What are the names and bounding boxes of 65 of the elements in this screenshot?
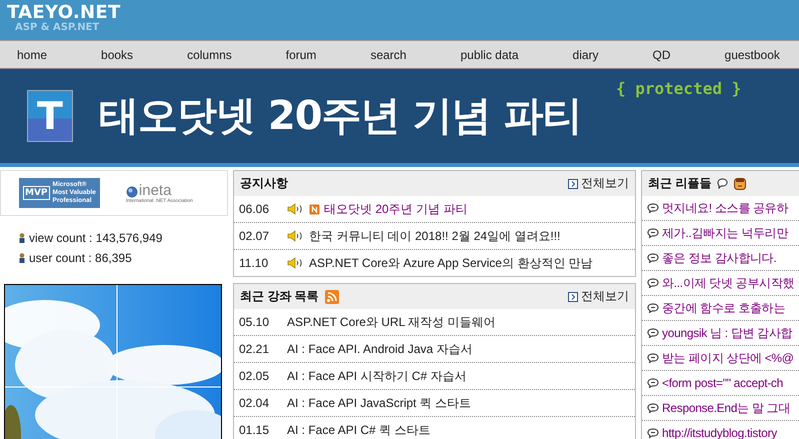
speech-bubble-icon bbox=[647, 203, 659, 213]
banner-headline: 태오닷넷 20주년 기념 파티 bbox=[99, 92, 582, 140]
speech-bubble-icon bbox=[647, 278, 659, 288]
ineta-logo-text: ineta bbox=[138, 182, 172, 198]
mvp-mark: MVP bbox=[23, 186, 50, 200]
counter-text: view count : 143,576,949 bbox=[29, 230, 162, 246]
speech-bubble-icon bbox=[647, 403, 659, 413]
nav-link[interactable]: books bbox=[101, 48, 134, 62]
reply-link[interactable]: 멋지네요! 소스를 공유하 bbox=[662, 200, 788, 216]
reply-link[interactable]: youngsik 님 : 답변 감사합 bbox=[662, 324, 792, 342]
panel-title: 공지사항 bbox=[240, 175, 288, 192]
chevron-box-icon bbox=[568, 292, 578, 302]
speech-bubble-icon bbox=[647, 428, 659, 438]
date-text: 02.05 bbox=[239, 369, 270, 383]
date-text: 02.07 bbox=[239, 229, 270, 243]
nav-link[interactable]: search bbox=[370, 48, 406, 62]
article-link[interactable]: 한국 커뮤니티 데이 2018!! 2월 24일에 열려요!!! bbox=[309, 228, 560, 244]
site-subtitle: ASP & ASP.NET bbox=[14, 22, 100, 34]
reply-link[interactable]: 좋은 정보 감사합니다. bbox=[662, 250, 776, 266]
reply-link[interactable]: 제가..김빠지는 넉두리만 bbox=[662, 224, 788, 242]
speech-bubble-icon bbox=[647, 303, 659, 313]
date-text: 02.21 bbox=[239, 342, 270, 356]
person-icon bbox=[19, 253, 25, 263]
article-link[interactable]: 태오닷넷 20주년 기념 파티 bbox=[324, 200, 468, 218]
date-text: 06.06 bbox=[239, 202, 270, 216]
speech-bubble-icon bbox=[647, 353, 659, 363]
nav-link[interactable]: columns bbox=[187, 48, 232, 62]
article-link[interactable]: AI : Face API 시작하기 C# 자습서 bbox=[287, 368, 466, 384]
article-link[interactable]: AI : Face API C# 퀵 스타트 bbox=[287, 422, 430, 438]
date-text: 11.10 bbox=[239, 256, 270, 270]
reply-link[interactable]: Response.End는 말 그대 bbox=[662, 400, 790, 416]
speech-bubble-icon bbox=[647, 253, 659, 263]
reply-link[interactable]: 와...이제 닷넷 공부시작했 bbox=[662, 274, 794, 292]
reply-link[interactable]: 받는 페이지 상단에 <%@ bbox=[662, 350, 794, 366]
speech-bubble-icon bbox=[647, 328, 659, 338]
article-link[interactable]: ASP.NET Core와 Azure App Service의 환상적인 만남 bbox=[309, 254, 593, 272]
nav-link[interactable]: home bbox=[17, 48, 48, 62]
speech-bubble-icon bbox=[647, 378, 659, 388]
nav-link[interactable]: guestbook bbox=[724, 48, 780, 62]
banner-tag: { protected } bbox=[616, 79, 742, 98]
speech-bubble-icon bbox=[647, 228, 659, 238]
article-link[interactable]: ASP.NET Core와 URL 재작성 미들웨어 bbox=[287, 314, 496, 330]
rss-icon bbox=[324, 290, 339, 304]
view-all-link[interactable]: 전체보기 bbox=[568, 175, 629, 192]
article-link[interactable]: AI : Face API JavaScript 퀵 스타트 bbox=[287, 394, 472, 412]
date-text: 01.15 bbox=[239, 423, 270, 437]
globe-icon bbox=[126, 186, 138, 198]
reply-link[interactable]: 중간에 함수로 호출하는 bbox=[662, 300, 786, 316]
date-text: 05.10 bbox=[239, 315, 270, 329]
speech-bubble-icon bbox=[717, 178, 728, 189]
panel-title: 최근 리플들 bbox=[648, 175, 712, 192]
panel-title: 최근 강좌 목록 bbox=[240, 288, 319, 305]
nav-link[interactable]: forum bbox=[286, 48, 316, 62]
article-link[interactable]: AI : Face API. Android Java 자습서 bbox=[287, 340, 472, 358]
nav-link[interactable]: diary bbox=[572, 48, 599, 62]
nav-link[interactable]: public data bbox=[460, 48, 519, 62]
reply-link[interactable]: <form post="" accept-ch bbox=[662, 376, 784, 390]
date-text: 02.04 bbox=[239, 396, 270, 410]
chevron-box-icon bbox=[568, 178, 578, 188]
counter-text: user count : 86,395 bbox=[29, 250, 132, 266]
view-all-link[interactable]: 전체보기 bbox=[568, 288, 629, 305]
face-icon bbox=[734, 178, 746, 190]
nav-link[interactable]: QD bbox=[652, 48, 671, 62]
logo-letter: T bbox=[37, 96, 63, 136]
person-icon bbox=[19, 233, 25, 243]
